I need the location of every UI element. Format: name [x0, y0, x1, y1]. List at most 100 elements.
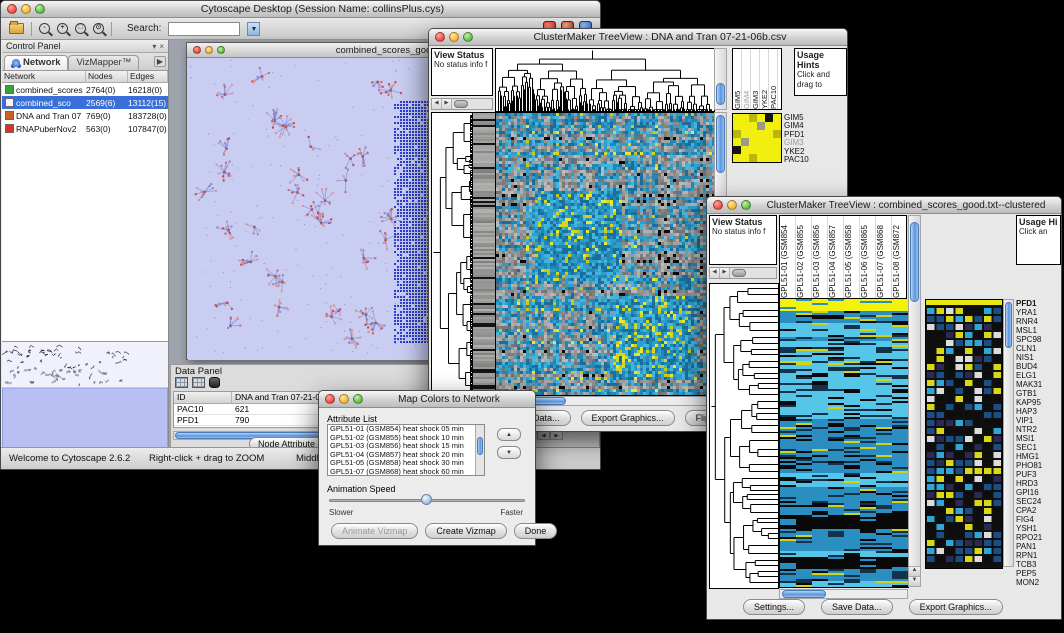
gene-label[interactable]: MON2 — [1016, 578, 1062, 587]
zoom-selected-icon[interactable]: ⊙ — [93, 23, 104, 34]
gene-label[interactable]: PAN1 — [1016, 542, 1062, 551]
search-dropdown-arrow-icon[interactable]: ▼ — [247, 22, 260, 36]
row-dendrogram-canvas[interactable] — [431, 112, 473, 396]
gene-label[interactable]: MSL1 — [1016, 326, 1062, 335]
gene-label[interactable]: PEP5 — [1016, 569, 1062, 578]
gene-label[interactable]: YSH1 — [1016, 524, 1062, 533]
slider-thumb[interactable] — [454, 100, 468, 108]
zoom-button[interactable] — [353, 394, 363, 404]
heatmap-vscrollbar[interactable]: ▲ ▼ — [908, 215, 921, 587]
tab-network[interactable]: Network — [4, 55, 68, 70]
gene-label[interactable]: GTB1 — [1016, 389, 1062, 398]
gene-label[interactable]: BUD4 — [1016, 362, 1062, 371]
vscroll-thumb[interactable] — [716, 115, 725, 173]
network-row[interactable]: combined_scores2764(0)16218(0) — [2, 83, 168, 96]
slider-thumb[interactable] — [421, 494, 432, 505]
minimize-button[interactable] — [449, 32, 459, 42]
slider-left-icon[interactable]: ◀ — [710, 268, 720, 278]
export-graphics-button[interactable]: Export Graphics... — [909, 599, 1003, 615]
network-row[interactable]: DNA and Tran 07769(0)183728(0) — [2, 109, 168, 122]
column-dendrogram-canvas[interactable] — [495, 48, 715, 112]
settings-button[interactable]: Settings... — [743, 599, 805, 615]
scroll-down-icon[interactable]: ▼ — [909, 576, 920, 586]
select-attributes-icon[interactable] — [192, 377, 205, 388]
gene-label[interactable]: CPA2 — [1016, 506, 1062, 515]
gene-label[interactable]: TCB3 — [1016, 560, 1062, 569]
zoom-button[interactable] — [463, 32, 473, 42]
dendro-zoom-slider[interactable]: ◀ ▶ — [709, 267, 777, 279]
open-session-icon[interactable] — [9, 23, 24, 34]
attribute-db-icon[interactable] — [209, 377, 220, 388]
treeview-combined-titlebar[interactable]: ClusterMaker TreeView : combined_scores_… — [707, 197, 1061, 214]
gene-label[interactable]: CLN1 — [1016, 344, 1062, 353]
close-button[interactable] — [7, 4, 17, 14]
column-header-nodes[interactable]: Nodes — [86, 71, 128, 82]
slider-left-icon[interactable]: ◀ — [432, 99, 442, 109]
network-row[interactable]: RNAPuberNov2563(0)107847(0) — [2, 122, 168, 135]
network-overview-canvas[interactable] — [2, 341, 168, 449]
gene-label[interactable]: HRD3 — [1016, 479, 1062, 488]
slider-right-icon[interactable]: ▶ — [720, 268, 730, 278]
zoom-out-icon[interactable]: - — [39, 23, 50, 34]
treeview-dna-titlebar[interactable]: ClusterMaker TreeView : DNA and Tran 07-… — [429, 29, 847, 46]
slider-thumb[interactable] — [732, 269, 746, 277]
move-up-button[interactable]: ▲ — [497, 428, 521, 441]
row-annotation-strip[interactable] — [472, 112, 496, 396]
close-button[interactable] — [435, 32, 445, 42]
zoom-fit-icon[interactable]: □ — [75, 23, 86, 34]
tab-overflow-button[interactable]: ▶ — [154, 56, 166, 67]
hscroll-thumb[interactable] — [782, 590, 826, 598]
attribute-listbox[interactable]: GPL51-01 (GSM854) heat shock 05 minGPL51… — [327, 424, 485, 476]
zoom-button[interactable] — [35, 4, 45, 14]
frame-minimize-button[interactable] — [205, 46, 213, 54]
vscroll-thumb[interactable] — [910, 222, 919, 302]
scroll-up-icon[interactable]: ▲ — [909, 566, 920, 576]
gene-label[interactable]: YRA1 — [1016, 308, 1062, 317]
vscroll-thumb[interactable] — [1005, 302, 1012, 348]
main-titlebar[interactable]: Cytoscape Desktop (Session Name: collins… — [1, 1, 600, 18]
gene-label[interactable]: GPI16 — [1016, 488, 1062, 497]
minimize-button[interactable] — [21, 4, 31, 14]
slider-right-icon[interactable]: ▶ — [442, 99, 452, 109]
column-header-edges[interactable]: Edges — [128, 71, 168, 82]
zoom-heatmap-canvas[interactable] — [925, 299, 1003, 569]
list-vscroll-thumb[interactable] — [477, 437, 483, 455]
gene-label[interactable]: VIP1 — [1016, 416, 1062, 425]
gene-label[interactable]: HMG1 — [1016, 452, 1062, 461]
search-input[interactable] — [168, 22, 240, 36]
minimize-button[interactable] — [727, 200, 737, 210]
gene-label[interactable]: RPN1 — [1016, 551, 1062, 560]
gene-label[interactable]: ELG1 — [1016, 371, 1062, 380]
gene-label[interactable]: PHO81 — [1016, 461, 1062, 470]
frame-close-button[interactable] — [193, 46, 201, 54]
gene-label[interactable]: SEC1 — [1016, 443, 1062, 452]
gene-label[interactable]: PFD1 — [1016, 299, 1062, 308]
gene-label[interactable]: PUF3 — [1016, 470, 1062, 479]
zoom-vscrollbar[interactable] — [1003, 299, 1014, 567]
close-button[interactable] — [713, 200, 723, 210]
gene-label[interactable]: MAK31 — [1016, 380, 1062, 389]
list-vscrollbar[interactable] — [475, 425, 484, 475]
heatmap-canvas[interactable] — [495, 112, 715, 396]
create-vizmap-button[interactable]: Create Vizmap — [425, 523, 506, 539]
gene-label[interactable]: NTR2 — [1016, 425, 1062, 434]
heatmap-canvas[interactable] — [779, 299, 909, 588]
zoom-in-icon[interactable]: + — [57, 23, 68, 34]
gene-label[interactable]: HAP3 — [1016, 407, 1062, 416]
dialog-titlebar[interactable]: Map Colors to Network — [319, 391, 535, 408]
attribute-list-item[interactable]: GPL51-07 (GSM868) heat shock 60 min — [328, 468, 484, 476]
zoom-button[interactable] — [741, 200, 751, 210]
save-data-button[interactable]: Save Data... — [821, 599, 893, 615]
scroll-left-icon[interactable]: ◀ — [537, 431, 550, 440]
vscroll-thumb[interactable] — [716, 83, 725, 105]
gene-label[interactable]: SEC24 — [1016, 497, 1062, 506]
column-header-id[interactable]: ID — [174, 392, 232, 403]
column-header-network[interactable]: Network — [2, 71, 86, 82]
close-button[interactable] — [325, 394, 335, 404]
gene-label[interactable]: RPO21 — [1016, 533, 1062, 542]
tab-vizmapper[interactable]: VizMapper™ — [68, 55, 139, 70]
gene-label[interactable]: SPC98 — [1016, 335, 1062, 344]
float-panel-icon[interactable]: ▾ — [152, 42, 156, 51]
gene-label[interactable]: MSI1 — [1016, 434, 1062, 443]
done-button[interactable]: Done — [514, 523, 558, 539]
